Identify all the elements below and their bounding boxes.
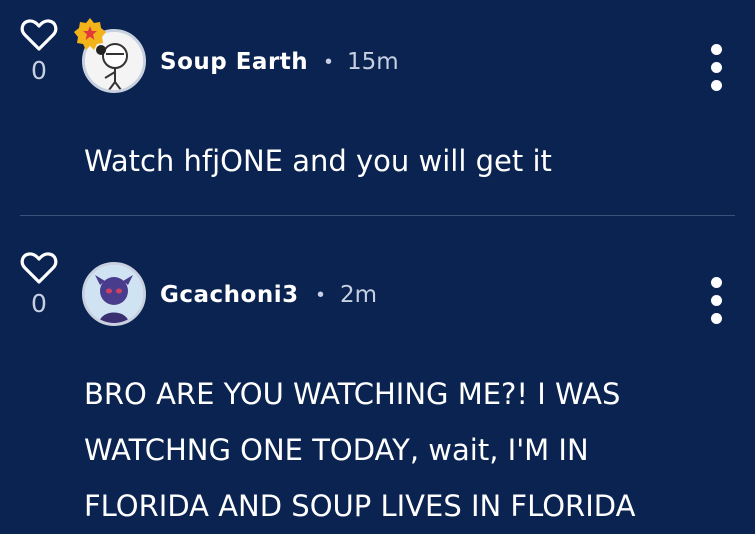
separator-dot: •	[325, 51, 333, 73]
comment-text-line: WATCHNG ONE TODAY, wait, I'M IN	[84, 433, 589, 467]
author-name[interactable]: Gcachoni3	[160, 282, 299, 308]
like-control[interactable]: 0	[18, 251, 60, 316]
comment-text: BRO ARE YOU WATCHING ME?! I WAS WATCHNG …	[84, 366, 715, 534]
comment-item: 0 Soup Earth • 15m Watch hfjONE and you …	[0, 0, 755, 216]
comment-text-line: BRO ARE YOU WATCHING ME?! I WAS	[84, 377, 621, 411]
timestamp: 2m	[340, 282, 378, 308]
comment-divider	[20, 215, 735, 216]
like-control[interactable]: 0	[18, 18, 60, 83]
separator-dot: •	[317, 284, 325, 306]
like-count: 0	[31, 289, 47, 318]
comment-item: 0 Gcachoni3 • 2m BRO ARE YOU WATCHING ME…	[0, 217, 755, 533]
comment-text: Watch hfjONE and you will get it	[84, 144, 552, 178]
vertical-ellipsis-icon[interactable]	[709, 44, 723, 91]
avatar[interactable]	[82, 262, 146, 326]
author-name[interactable]: Soup Earth	[160, 49, 308, 75]
like-count: 0	[31, 56, 47, 85]
vertical-ellipsis-icon[interactable]	[709, 277, 723, 324]
avatar-image	[85, 265, 143, 323]
heart-outline-icon[interactable]	[20, 18, 58, 52]
star-badge-icon	[74, 18, 106, 50]
heart-outline-icon[interactable]	[20, 251, 58, 285]
comment-text-line: FLORIDA AND SOUP LIVES IN FLORIDA	[84, 489, 636, 523]
timestamp: 15m	[347, 49, 399, 75]
